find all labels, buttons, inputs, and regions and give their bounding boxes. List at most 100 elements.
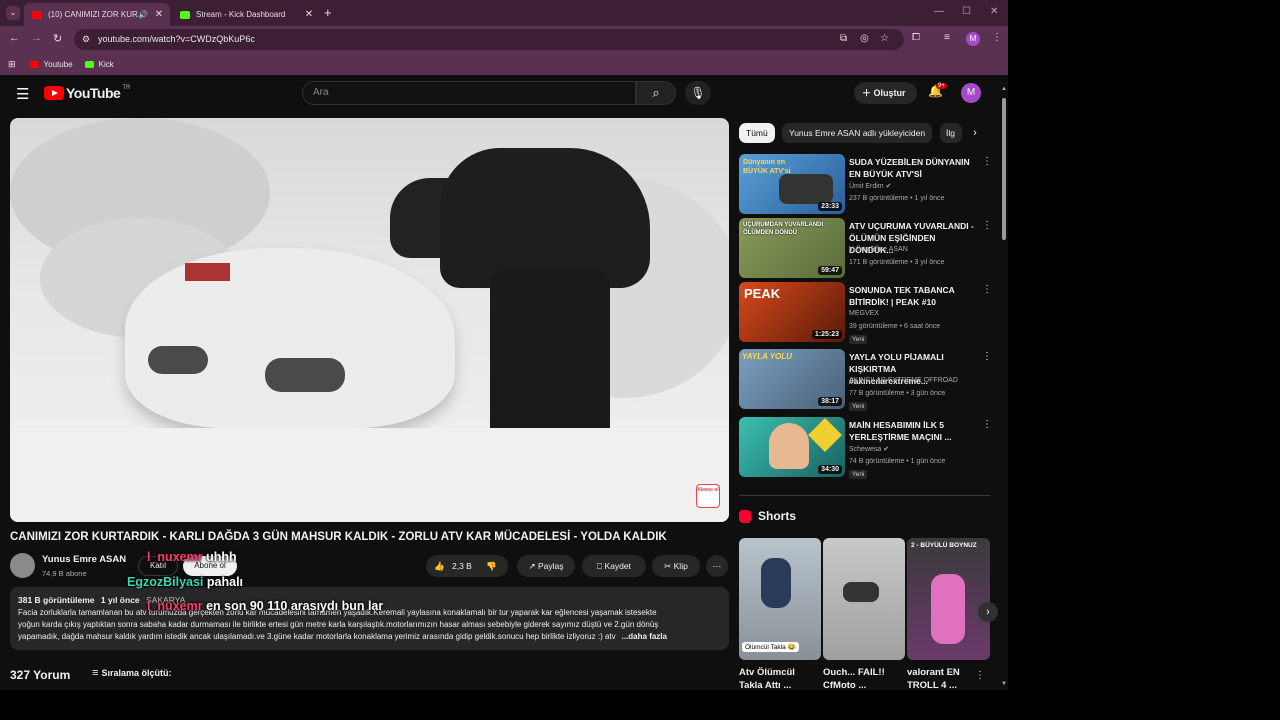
channel-name[interactable]: Yunus Emre ASAN xyxy=(42,554,126,565)
close-window-icon[interactable]: ✕ xyxy=(990,6,998,17)
channel-name[interactable]: AKINCILAR EXTREME OFFROAD xyxy=(849,377,958,384)
create-button[interactable]: ＋ Oluştur xyxy=(854,82,917,104)
scroll-down-icon[interactable]: ▼ xyxy=(1001,681,1007,687)
recommended-video[interactable]: Dünyanın en BÜYÜK ATV'si 23:33 SUDA YÜZE… xyxy=(739,154,992,216)
more-options-icon[interactable]: ⋮ xyxy=(982,351,992,362)
bookmark-youtube[interactable]: Youtube xyxy=(29,59,73,69)
more-options-icon[interactable]: ⋮ xyxy=(982,419,992,430)
new-tab-button[interactable]: + xyxy=(324,5,332,20)
search-button[interactable]: ⌕ xyxy=(636,81,676,105)
dislike-icon[interactable]: 👎 xyxy=(486,555,497,577)
address-bar[interactable]: ⚙ youtube.com/watch?v=CWDzQbKuP6c ⧉ ◎ ☆ xyxy=(74,29,904,50)
short-title[interactable]: valorant EN TROLL 4 ... xyxy=(907,666,969,690)
short-thumbnail[interactable] xyxy=(823,538,905,660)
channel-avatar[interactable] xyxy=(10,553,35,578)
youtube-logo[interactable]: YouTube TR xyxy=(44,85,130,101)
close-tab-icon[interactable]: ✕ xyxy=(302,9,316,20)
cast-icon[interactable]: ⧉ xyxy=(840,33,847,44)
extensions-icon[interactable]: ⧠ xyxy=(912,32,920,43)
clip-label: Klip xyxy=(673,561,688,571)
chip-next-icon[interactable]: › xyxy=(965,123,985,143)
show-more-link[interactable]: ...daha fazla xyxy=(622,632,667,641)
youtube-header: ☰ YouTube TR Ara ⌕ 🎙 ＋ Oluştur 🔔 9+ M xyxy=(0,75,1008,113)
share-button[interactable]: ↗ Paylaş xyxy=(517,555,575,577)
divider xyxy=(739,495,990,496)
subscribe-watermark[interactable]: Abone ol xyxy=(696,484,720,508)
short-thumbnail[interactable]: Ölümcül Takla 😂 xyxy=(739,538,821,660)
sort-comments-button[interactable]: ≡ Sıralama ölçütü: xyxy=(92,667,172,679)
search-input[interactable]: Ara xyxy=(302,81,636,105)
speaker-icon[interactable]: 🔊 xyxy=(138,10,148,19)
back-icon[interactable]: ← xyxy=(9,32,20,44)
minimize-icon[interactable]: — xyxy=(934,6,944,17)
youtube-favicon-icon xyxy=(32,10,42,19)
reload-icon[interactable]: ↻ xyxy=(53,32,62,45)
chip-related[interactable]: İlg xyxy=(940,123,962,143)
scrollbar-thumb[interactable] xyxy=(1002,98,1006,240)
site-info-icon[interactable]: ⚙ xyxy=(82,34,90,45)
chip-all[interactable]: Tümü xyxy=(739,123,775,143)
close-tab-icon[interactable]: ✕ xyxy=(152,9,166,20)
video-player[interactable]: Abone ol xyxy=(10,118,729,522)
recommended-video[interactable]: 34:30 MAİN HESABIMIN İLK 5 YERLEŞTİRME M… xyxy=(739,417,992,479)
short-title[interactable]: Atv Ölümcül Takla Attı ... xyxy=(739,666,809,690)
video-duration: 59:47 xyxy=(818,266,842,275)
browser-menu-icon[interactable]: ⋮ xyxy=(992,32,1002,43)
clip-button[interactable]: ✂ Klip xyxy=(652,555,700,577)
video-thumbnail[interactable]: Dünyanın en BÜYÜK ATV'si 23:33 xyxy=(739,154,845,214)
more-options-icon[interactable]: ⋮ xyxy=(982,220,992,231)
recommended-video[interactable]: PEAK 1:25:23 SONUNDA TEK TABANCA BİTİRDİ… xyxy=(739,282,992,344)
video-thumbnail[interactable]: 34:30 xyxy=(739,417,845,477)
description-box[interactable]: 381 B görüntüleme 1 yıl önce SAKARYA Fac… xyxy=(10,587,729,650)
verified-icon: ✔ xyxy=(883,446,890,453)
bookmark-label: Youtube xyxy=(43,59,73,69)
recommended-video[interactable]: UÇURUMDAN YUVARLANDI · ÖLÜMDEN DÖNDÜ 59:… xyxy=(739,218,992,280)
more-options-icon[interactable]: ⋮ xyxy=(975,670,985,681)
more-options-icon[interactable]: ⋮ xyxy=(982,284,992,295)
more-actions-button[interactable]: ⋯ xyxy=(706,555,728,577)
like-count[interactable]: 2,3 B xyxy=(452,555,472,577)
rank-emblem xyxy=(808,418,842,452)
account-avatar[interactable]: M xyxy=(961,83,981,103)
voice-search-button[interactable]: 🎙 xyxy=(685,81,711,105)
tab-list-button[interactable]: ⌄ xyxy=(6,6,20,20)
chat-overlay-message: l_nuxemr en son 90 110 arasıydı bun lar xyxy=(147,599,383,613)
maximize-icon[interactable]: ☐ xyxy=(962,6,971,17)
browser-window: ⌄ (10) CANIMIZI ZOR KURTARDIK 🔊 ✕ Stream… xyxy=(0,0,1008,690)
video-title[interactable]: SONUNDA TEK TABANCA BİTİRDİK! | PEAK #10 xyxy=(849,284,977,308)
tab-kick[interactable]: Stream - Kick Dashboard ✕ xyxy=(172,3,320,26)
snow-covered-atv xyxy=(125,248,455,428)
video-thumbnail[interactable]: YAYLA YOLU 38:17 xyxy=(739,349,845,409)
profile-avatar[interactable]: M xyxy=(966,32,980,46)
video-title: CANIMIZI ZOR KURTARDIK - KARLI DAĞDA 3 G… xyxy=(10,531,667,543)
forward-icon[interactable]: → xyxy=(31,32,42,44)
video-thumbnail[interactable]: PEAK 1:25:23 xyxy=(739,282,845,342)
channel-name[interactable]: Ümit Erdim ✔ xyxy=(849,182,891,190)
chip-uploader[interactable]: Yunus Emre ASAN adlı yükleyiciden xyxy=(782,123,933,143)
apps-icon[interactable]: ⊞ xyxy=(8,59,16,70)
url-text[interactable]: youtube.com/watch?v=CWDzQbKuP6c xyxy=(98,34,255,44)
channel-name[interactable]: Yunus Emre ASAN xyxy=(849,246,908,253)
bookmark-star-icon[interactable]: ☆ xyxy=(880,33,889,44)
media-control-icon[interactable]: ≡ xyxy=(944,32,950,43)
eye-off-icon[interactable]: ◎ xyxy=(860,33,869,44)
channel-name[interactable]: MEGVEX xyxy=(849,310,879,317)
more-options-icon[interactable]: ⋮ xyxy=(982,156,992,167)
video-title[interactable]: MAİN HESABIMIN İLK 5 YERLEŞTİRME MAÇINI … xyxy=(849,419,977,443)
browser-toolbar: ← → ↻ ⚙ youtube.com/watch?v=CWDzQbKuP6c … xyxy=(0,26,1008,53)
tab-youtube[interactable]: (10) CANIMIZI ZOR KURTARDIK 🔊 ✕ xyxy=(24,3,170,26)
save-button[interactable]: ⎕ Kaydet xyxy=(582,555,646,577)
bookmark-kick[interactable]: Kick xyxy=(84,60,114,69)
recommended-video[interactable]: YAYLA YOLU 38:17 YAYLA YOLU PİJAMALI KIŞ… xyxy=(739,349,992,411)
short-thumbnail[interactable]: 2 - BÜYÜLÜ BOYNUZ xyxy=(907,538,990,660)
scroll-up-icon[interactable]: ▲ xyxy=(1001,86,1007,92)
channel-name[interactable]: Schewesa ✔ xyxy=(849,445,889,453)
video-thumbnail[interactable]: UÇURUMDAN YUVARLANDI · ÖLÜMDEN DÖNDÜ 59:… xyxy=(739,218,845,278)
description-line: yapamadık, dağda mahsur kaldık yardım is… xyxy=(18,632,667,641)
shorts-next-icon[interactable]: › xyxy=(978,602,998,622)
like-icon[interactable]: 👍 xyxy=(434,555,445,577)
bookmarks-bar: ⊞ Youtube Kick xyxy=(0,53,1008,75)
video-title[interactable]: SUDA YÜZEBİLEN DÜNYANIN EN BÜYÜK ATV'Sİ xyxy=(849,156,977,180)
short-title[interactable]: Ouch... FAIL!! CfMoto ... xyxy=(823,666,893,690)
hamburger-menu-icon[interactable]: ☰ xyxy=(16,85,29,103)
